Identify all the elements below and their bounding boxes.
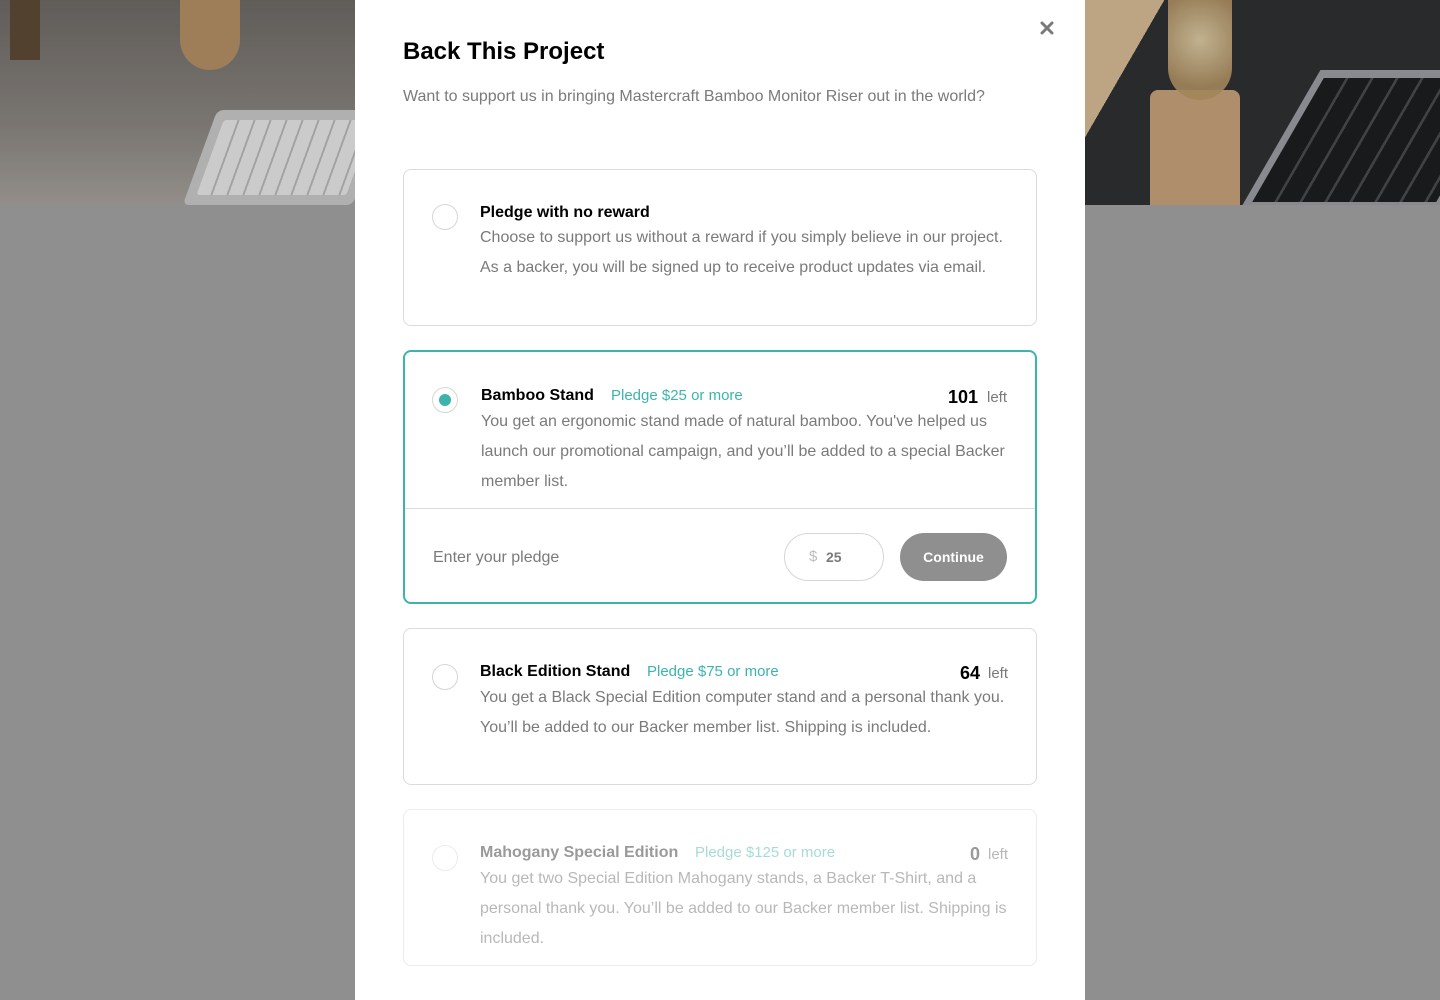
reward-left-label: left bbox=[987, 389, 1008, 406]
reward-description: You get an ergonomic stand made of natur… bbox=[481, 413, 1005, 490]
modal-description: Want to support us in bringing Mastercra… bbox=[403, 88, 985, 105]
radio-black-edition[interactable] bbox=[432, 664, 458, 690]
reward-description: You get a Black Special Edition computer… bbox=[480, 689, 1005, 736]
reward-card-no-reward[interactable]: Pledge with no reward Choose to support … bbox=[403, 169, 1037, 326]
back-project-modal: Back This Project Want to support us in … bbox=[355, 0, 1085, 1000]
pledge-amount-input[interactable] bbox=[826, 546, 871, 568]
reward-left-count: 101 bbox=[947, 387, 978, 407]
close-icon bbox=[1040, 21, 1054, 35]
reward-title: Black Edition Stand bbox=[480, 663, 631, 680]
modal-title: Back This Project bbox=[403, 38, 605, 65]
reward-card-black-edition[interactable]: Black Edition Stand Pledge $75 or more 6… bbox=[403, 628, 1037, 785]
pledge-divider bbox=[405, 508, 1035, 509]
reward-pledge-minimum: Pledge $75 or more bbox=[647, 663, 779, 680]
close-button[interactable] bbox=[1035, 16, 1059, 40]
enter-pledge-label: Enter your pledge bbox=[433, 549, 560, 566]
reward-left-count: 0 bbox=[969, 844, 980, 864]
radio-selected-dot bbox=[439, 394, 451, 406]
reward-pledge-minimum: Pledge $25 or more bbox=[611, 387, 743, 404]
reward-card-bamboo-stand[interactable]: Bamboo Stand Pledge $25 or more 101 left… bbox=[403, 350, 1037, 604]
reward-title: Pledge with no reward bbox=[480, 204, 650, 221]
reward-pledge-minimum: Pledge $125 or more bbox=[695, 844, 836, 861]
radio-bamboo-stand[interactable] bbox=[432, 387, 458, 413]
reward-title: Mahogany Special Edition bbox=[480, 844, 679, 861]
currency-symbol: $ bbox=[809, 548, 818, 565]
reward-left-label: left bbox=[988, 665, 1009, 682]
pledge-amount-field[interactable]: $ bbox=[784, 533, 884, 581]
radio-no-reward[interactable] bbox=[432, 204, 458, 230]
radio-mahogany-edition bbox=[432, 845, 458, 871]
reward-description: You get two Special Edition Mahogany sta… bbox=[480, 870, 1007, 947]
reward-left-label: left bbox=[988, 846, 1009, 863]
reward-card-mahogany-edition: Mahogany Special Edition Pledge $125 or … bbox=[403, 809, 1037, 966]
reward-left-count: 64 bbox=[959, 663, 980, 683]
reward-title: Bamboo Stand bbox=[481, 387, 594, 404]
continue-button[interactable]: Continue bbox=[900, 533, 1007, 581]
reward-description: Choose to support us without a reward if… bbox=[480, 229, 1003, 276]
